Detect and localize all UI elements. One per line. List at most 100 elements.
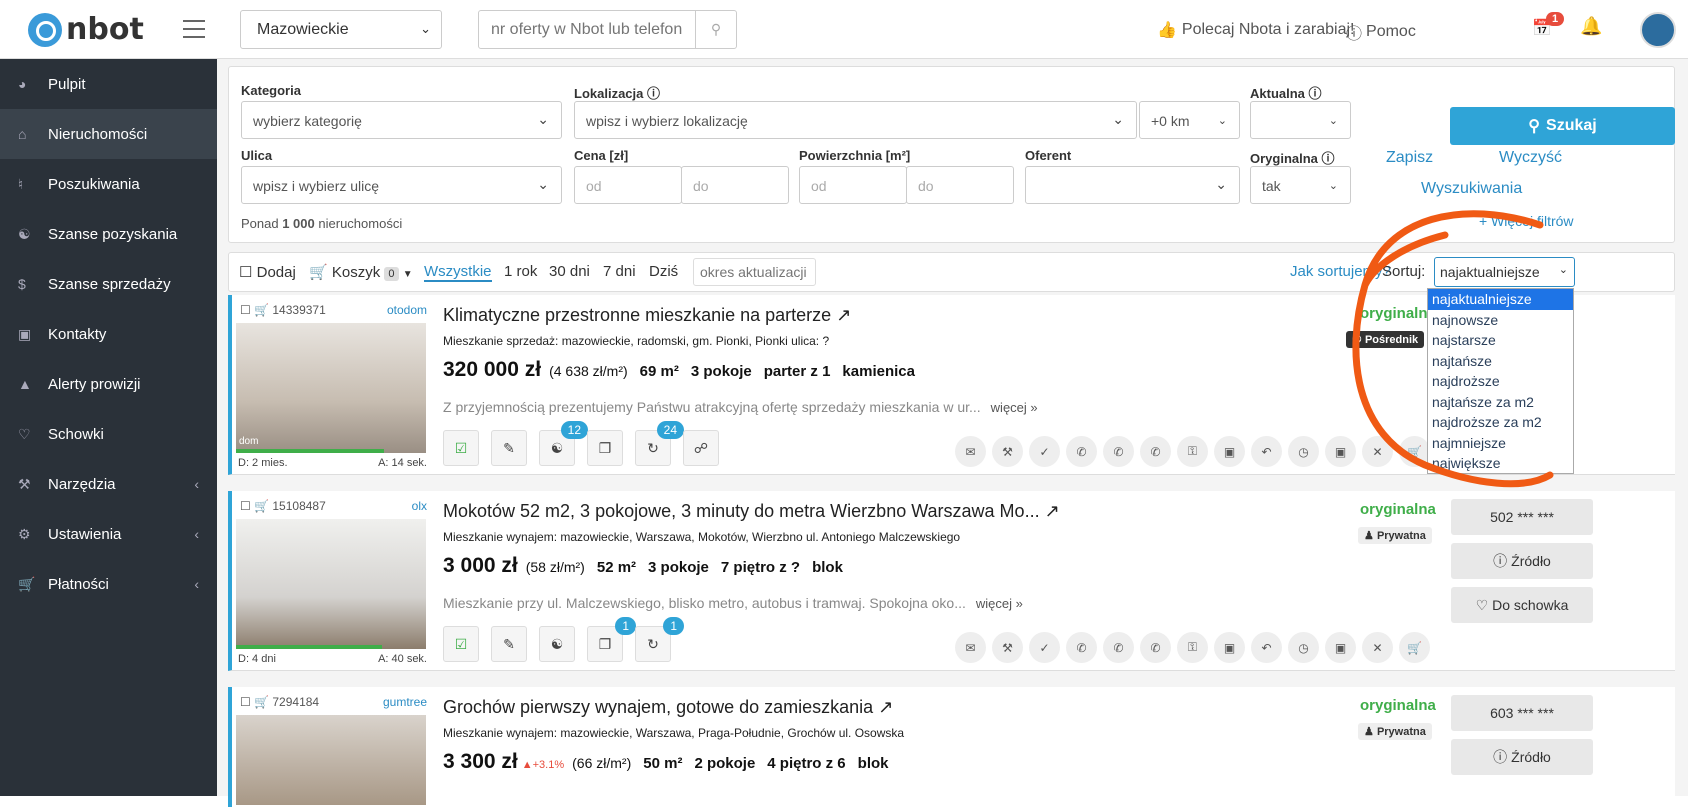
briefcase-icon[interactable]: ▣ [1214, 436, 1245, 467]
sort-option[interactable]: najtańsze [1428, 351, 1573, 372]
listing-source[interactable]: gumtree [372, 695, 427, 709]
check-icon[interactable]: ✓ [1029, 436, 1060, 467]
duplicates-icon[interactable]: ☯ 12 [539, 421, 588, 466]
recommend-link[interactable]: 👍 Polecaj Nbota i zarabiaj! [1157, 20, 1354, 40]
listing-photo[interactable] [236, 715, 426, 805]
edit-icon[interactable]: ✎ [491, 626, 527, 662]
period-today[interactable]: Dziś [649, 263, 678, 280]
help-link[interactable]: ⓘ Pomoc [1346, 20, 1416, 44]
sidebar-item-ustawienia[interactable]: ⚙ Ustawienia ‹ [0, 509, 217, 559]
phone-button[interactable]: 603 *** *** [1451, 695, 1593, 731]
sidebar-item-narzedzia[interactable]: ⚒ Narzędzia ‹ [0, 459, 217, 509]
search-button[interactable]: ⚲ Szukaj [1450, 107, 1675, 145]
cart-menu[interactable]: 🛒 Koszyk 0 ▼ [309, 263, 413, 281]
menu-toggle-icon[interactable] [183, 20, 205, 38]
sort-option[interactable]: najmniejsze [1428, 433, 1573, 454]
undo-icon[interactable]: ↶ [1251, 436, 1282, 467]
region-select[interactable]: Mazowieckie ⌄ [240, 10, 442, 49]
clock-icon[interactable]: ◷ [1288, 436, 1319, 467]
mail-icon[interactable]: ✉ [955, 632, 986, 663]
sidebar-item-kontakty[interactable]: ▣ Kontakty [0, 309, 217, 359]
more-link[interactable]: więcej » [976, 596, 1023, 611]
nbot-logo[interactable]: nbot [28, 12, 144, 47]
search-icon[interactable]: ⚲ [695, 11, 736, 48]
period-30-days[interactable]: 30 dni [549, 263, 590, 280]
sort-option[interactable]: najtańsze za m2 [1428, 392, 1573, 413]
edit-icon[interactable]: ✎ [491, 430, 527, 466]
sidebar-item-alerty-prowizji[interactable]: ▲ Alerty prowizji [0, 359, 217, 409]
oryginalna-select[interactable]: tak ⌄ [1250, 166, 1351, 204]
no-call-icon[interactable]: ✆ [1140, 436, 1171, 467]
check-icon[interactable]: ☑ [443, 430, 479, 466]
sort-option[interactable]: najaktualniejsze [1428, 289, 1573, 310]
listing-photo[interactable]: dom [236, 323, 426, 453]
save-link[interactable]: Zapisz [1386, 149, 1433, 167]
user-avatar[interactable] [1640, 12, 1676, 48]
listing-id[interactable]: ☐ 🛒 14339371 [240, 303, 326, 317]
duplicates-icon[interactable]: ☯ [539, 626, 575, 662]
no-call-icon[interactable]: ✆ [1103, 436, 1134, 467]
lock-icon[interactable]: ▣ [1325, 632, 1356, 663]
period-1-year[interactable]: 1 rok [504, 263, 537, 280]
aktualna-select[interactable]: ⌄ [1250, 101, 1351, 139]
cena-od-input[interactable]: od [574, 166, 682, 204]
sidebar-item-nieruchomosci[interactable]: ⌂ Nieruchomości [0, 109, 217, 159]
sort-option[interactable]: największe [1428, 453, 1573, 474]
cena-do-input[interactable]: do [681, 166, 789, 204]
clipboard-button[interactable]: ♡ Do schowka [1451, 587, 1593, 623]
sidebar-item-szanse-pozyskania[interactable]: ☯ Szanse pozyskania [0, 209, 217, 259]
clock-icon[interactable]: ◷ [1288, 632, 1319, 663]
sidebar-item-schowki[interactable]: ♡ Schowki [0, 409, 217, 459]
listing-id[interactable]: ☐ 🛒 7294184 [240, 695, 319, 709]
sort-option[interactable]: najdroższe [1428, 371, 1573, 392]
bell-icon[interactable]: 🔔 [1580, 16, 1602, 37]
powierzchnia-do-input[interactable]: do [906, 166, 1014, 204]
no-call-icon[interactable]: ✆ [1066, 436, 1097, 467]
hammer-icon[interactable]: ⚒ [992, 632, 1023, 663]
phone-button[interactable]: 502 *** *** [1451, 499, 1593, 535]
repeat-icon[interactable]: ↻ 24 [635, 421, 684, 466]
powierzchnia-od-input[interactable]: od [799, 166, 907, 204]
check-icon[interactable]: ☑ [443, 626, 479, 662]
no-call-icon[interactable]: ✆ [1103, 632, 1134, 663]
period-7-days[interactable]: 7 dni [603, 263, 636, 280]
more-link[interactable]: więcej » [991, 400, 1038, 415]
listing-title[interactable]: Grochów pierwszy wynajem, gotowe do zami… [443, 697, 893, 718]
clear-link[interactable]: Wyczyść [1499, 149, 1562, 167]
saved-searches-link[interactable]: Wyszukiwania [1421, 180, 1522, 198]
add-checkbox[interactable]: ☐ Dodaj [239, 263, 296, 281]
key-icon[interactable]: ⚿ [1177, 436, 1208, 467]
unlink-icon[interactable]: ☍ [683, 430, 719, 466]
source-button[interactable]: ⓘ Źródło [1451, 739, 1593, 775]
listing-title[interactable]: Mokotów 52 m2, 3 pokojowe, 3 minuty do m… [443, 501, 1060, 522]
sort-option[interactable]: najstarsze [1428, 330, 1573, 351]
no-call-icon[interactable]: ✆ [1140, 632, 1171, 663]
offer-search-input[interactable] [479, 11, 695, 48]
lokalizacja-select[interactable]: wpisz i wybierz lokalizację ⌄ [574, 101, 1137, 139]
listing-source[interactable]: olx [372, 499, 427, 513]
listing-title[interactable]: Klimatyczne przestronne mieszkanie na pa… [443, 305, 851, 326]
more-filters-link[interactable]: + Więcej filtrów [1479, 213, 1574, 229]
close-icon[interactable]: ✕ [1362, 632, 1393, 663]
period-input[interactable] [693, 258, 816, 286]
listing-source[interactable]: otodom [372, 303, 427, 317]
listing-photo[interactable] [236, 519, 426, 649]
key-icon[interactable]: ⚿ [1177, 632, 1208, 663]
briefcase-icon[interactable]: ▣ [1214, 632, 1245, 663]
repeat-icon[interactable]: ↻ 1 [635, 617, 684, 662]
no-call-icon[interactable]: ✆ [1066, 632, 1097, 663]
oferent-select[interactable]: ⌄ [1025, 166, 1240, 204]
sidebar-item-pulpit[interactable]: ◕ Pulpit [0, 59, 217, 109]
check-icon[interactable]: ✓ [1029, 632, 1060, 663]
kategoria-select[interactable]: wybierz kategorię ⌄ [241, 101, 562, 139]
close-icon[interactable]: ✕ [1362, 436, 1393, 467]
sidebar-item-szanse-sprzedazy[interactable]: $ Szanse sprzedaży [0, 259, 217, 309]
sort-option[interactable]: najnowsze [1428, 310, 1573, 331]
radius-select[interactable]: +0 km ⌄ [1139, 101, 1240, 139]
period-all[interactable]: Wszystkie [424, 263, 492, 282]
sort-select[interactable]: najaktualniejsze ⌄ [1434, 257, 1575, 287]
copy-icon[interactable]: ❐ [587, 430, 623, 466]
source-button[interactable]: ⓘ Źródło [1451, 543, 1593, 579]
sidebar-item-poszukiwania[interactable]: ♮ Poszukiwania [0, 159, 217, 209]
listing-id[interactable]: ☐ 🛒 15108487 [240, 499, 326, 513]
